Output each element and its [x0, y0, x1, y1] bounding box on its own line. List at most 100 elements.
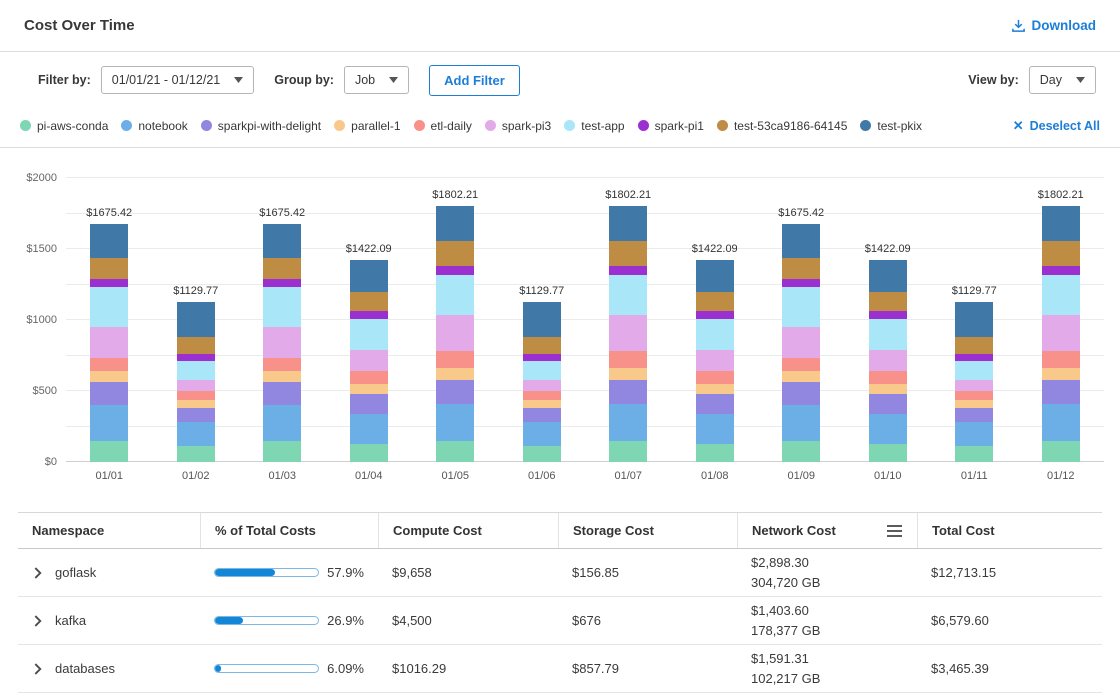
bar-segment-notebook[interactable]: [955, 422, 993, 446]
bar-segment-test-53ca9186-64145[interactable]: [1042, 241, 1080, 267]
bar-segment-sparkpi-with-delight[interactable]: [90, 382, 128, 405]
stacked-bar-01/09[interactable]: [782, 224, 820, 462]
bar-segment-test-pkix[interactable]: [177, 302, 215, 337]
stacked-bar-01/10[interactable]: [869, 260, 907, 462]
stacked-bar-01/07[interactable]: [609, 206, 647, 462]
bar-segment-test-pkix[interactable]: [1042, 206, 1080, 240]
bar-segment-spark-pi3[interactable]: [436, 315, 474, 351]
stacked-bar-01/11[interactable]: [955, 302, 993, 462]
bar-segment-test-53ca9186-64145[interactable]: [869, 292, 907, 310]
bar-segment-test-53ca9186-64145[interactable]: [696, 292, 734, 310]
bar-segment-notebook[interactable]: [263, 405, 301, 441]
stacked-bar-01/08[interactable]: [696, 260, 734, 462]
bar-segment-notebook[interactable]: [696, 414, 734, 444]
legend-item-test-53ca9186-64145[interactable]: test-53ca9186-64145: [717, 119, 847, 133]
bar-segment-test-app[interactable]: [782, 287, 820, 327]
add-filter-button[interactable]: Add Filter: [429, 65, 520, 96]
bar-segment-sparkpi-with-delight[interactable]: [263, 382, 301, 405]
bar-segment-spark-pi3[interactable]: [782, 327, 820, 358]
bar-segment-test-pkix[interactable]: [523, 302, 561, 337]
stacked-bar-01/12[interactable]: [1042, 206, 1080, 462]
bar-segment-test-pkix[interactable]: [609, 206, 647, 240]
bar-segment-etl-daily[interactable]: [436, 351, 474, 368]
legend-item-notebook[interactable]: notebook: [121, 119, 187, 133]
group-by-select[interactable]: Job: [344, 66, 409, 94]
stacked-bar-01/04[interactable]: [350, 260, 388, 462]
bar-segment-spark-pi1[interactable]: [869, 311, 907, 319]
bar-segment-notebook[interactable]: [90, 405, 128, 441]
bar-segment-sparkpi-with-delight[interactable]: [177, 408, 215, 422]
bar-segment-spark-pi3[interactable]: [1042, 315, 1080, 351]
bar-segment-test-pkix[interactable]: [350, 260, 388, 292]
bar-segment-parallel-1[interactable]: [696, 384, 734, 394]
bar-segment-notebook[interactable]: [609, 404, 647, 441]
legend-item-test-pkix[interactable]: test-pkix: [860, 119, 922, 133]
bar-segment-parallel-1[interactable]: [263, 371, 301, 382]
bar-segment-sparkpi-with-delight[interactable]: [350, 394, 388, 414]
bar-segment-pi-aws-conda[interactable]: [90, 441, 128, 462]
bar-segment-pi-aws-conda[interactable]: [696, 444, 734, 462]
bar-segment-parallel-1[interactable]: [955, 400, 993, 408]
bar-segment-etl-daily[interactable]: [696, 371, 734, 384]
bar-segment-test-app[interactable]: [350, 319, 388, 350]
bar-segment-sparkpi-with-delight[interactable]: [782, 382, 820, 405]
bar-segment-test-pkix[interactable]: [696, 260, 734, 292]
bar-segment-test-app[interactable]: [436, 275, 474, 315]
bar-segment-test-app[interactable]: [869, 319, 907, 350]
bar-segment-parallel-1[interactable]: [1042, 368, 1080, 380]
bar-segment-pi-aws-conda[interactable]: [523, 446, 561, 462]
bar-segment-pi-aws-conda[interactable]: [1042, 441, 1080, 462]
bar-segment-test-app[interactable]: [177, 361, 215, 381]
bar-segment-spark-pi1[interactable]: [436, 266, 474, 275]
bar-segment-test-app[interactable]: [523, 361, 561, 381]
bar-segment-pi-aws-conda[interactable]: [869, 444, 907, 462]
stacked-bar-01/06[interactable]: [523, 302, 561, 462]
bar-segment-test-53ca9186-64145[interactable]: [523, 337, 561, 354]
bar-segment-test-app[interactable]: [696, 319, 734, 350]
bar-segment-spark-pi3[interactable]: [90, 327, 128, 358]
bar-segment-test-pkix[interactable]: [955, 302, 993, 337]
expand-chevron-icon[interactable]: [32, 567, 43, 579]
legend-item-test-app[interactable]: test-app: [564, 119, 624, 133]
bar-segment-notebook[interactable]: [782, 405, 820, 441]
legend-item-spark-pi1[interactable]: spark-pi1: [638, 119, 704, 133]
bar-segment-test-53ca9186-64145[interactable]: [436, 241, 474, 267]
bar-segment-spark-pi1[interactable]: [782, 279, 820, 288]
bar-segment-etl-daily[interactable]: [955, 391, 993, 400]
bar-segment-parallel-1[interactable]: [523, 400, 561, 408]
bar-segment-parallel-1[interactable]: [436, 368, 474, 380]
bar-segment-pi-aws-conda[interactable]: [177, 446, 215, 462]
bar-segment-test-53ca9186-64145[interactable]: [955, 337, 993, 354]
bar-segment-parallel-1[interactable]: [177, 400, 215, 408]
bar-segment-etl-daily[interactable]: [90, 358, 128, 371]
expand-chevron-icon[interactable]: [32, 615, 43, 627]
bar-segment-sparkpi-with-delight[interactable]: [696, 394, 734, 414]
bar-segment-sparkpi-with-delight[interactable]: [609, 380, 647, 404]
bar-segment-etl-daily[interactable]: [1042, 351, 1080, 368]
bar-segment-etl-daily[interactable]: [609, 351, 647, 368]
bar-segment-spark-pi1[interactable]: [609, 266, 647, 275]
bar-segment-test-app[interactable]: [263, 287, 301, 327]
bar-segment-test-pkix[interactable]: [782, 224, 820, 257]
stacked-bar-01/02[interactable]: [177, 302, 215, 462]
view-by-select[interactable]: Day: [1029, 66, 1096, 94]
expand-chevron-icon[interactable]: [32, 663, 43, 675]
bar-segment-notebook[interactable]: [869, 414, 907, 444]
legend-item-spark-pi3[interactable]: spark-pi3: [485, 119, 551, 133]
bar-segment-spark-pi3[interactable]: [350, 350, 388, 371]
bar-segment-test-app[interactable]: [955, 361, 993, 381]
stacked-bar-01/05[interactable]: [436, 206, 474, 462]
bar-segment-parallel-1[interactable]: [609, 368, 647, 380]
bar-segment-test-53ca9186-64145[interactable]: [350, 292, 388, 310]
deselect-all-button[interactable]: ✕ Deselect All: [1013, 118, 1100, 134]
bar-segment-spark-pi3[interactable]: [177, 380, 215, 391]
bar-segment-notebook[interactable]: [523, 422, 561, 446]
bar-segment-spark-pi3[interactable]: [696, 350, 734, 371]
legend-item-parallel-1[interactable]: parallel-1: [334, 119, 400, 133]
bar-segment-etl-daily[interactable]: [350, 371, 388, 384]
bar-segment-spark-pi1[interactable]: [263, 279, 301, 288]
bar-segment-sparkpi-with-delight[interactable]: [869, 394, 907, 414]
bar-segment-pi-aws-conda[interactable]: [609, 441, 647, 462]
bar-segment-sparkpi-with-delight[interactable]: [1042, 380, 1080, 404]
hamburger-menu-icon[interactable]: [886, 524, 903, 538]
